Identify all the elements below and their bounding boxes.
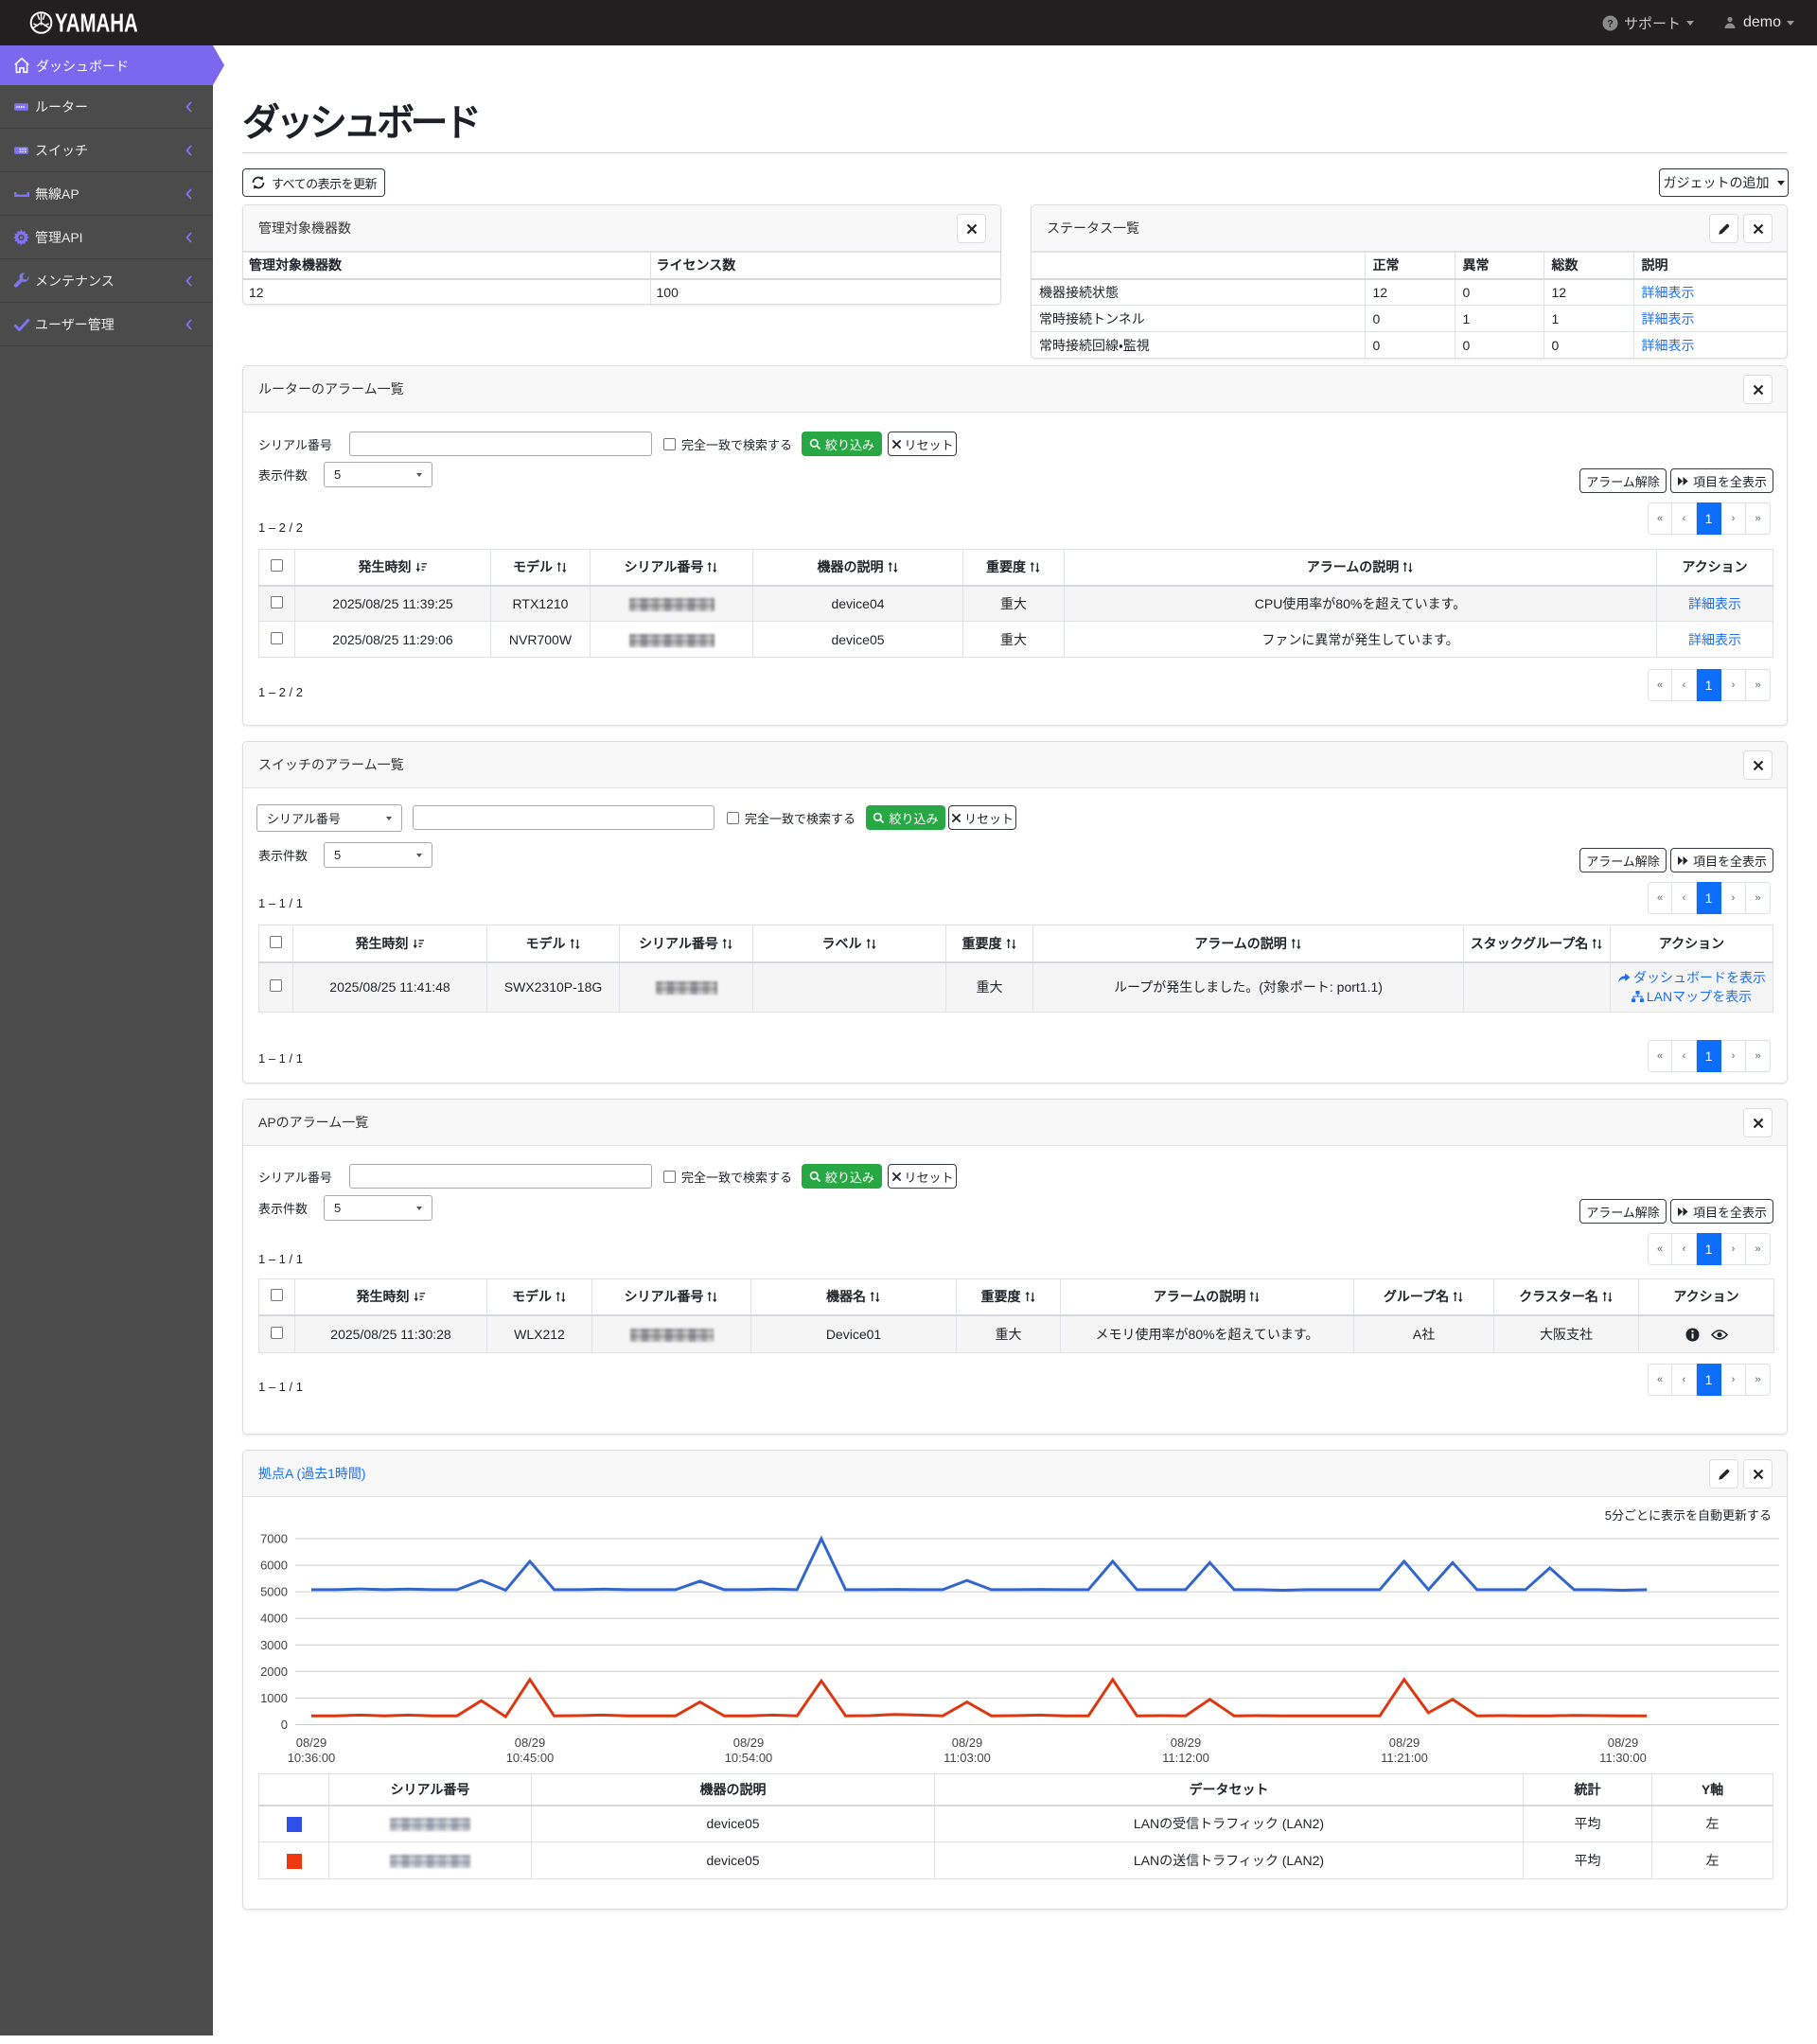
svg-text:11:30:00: 11:30:00 [1599,1751,1647,1765]
svg-text:3000: 3000 [260,1638,288,1652]
svg-text:11:12:00: 11:12:00 [1162,1751,1209,1765]
svg-text:11:03:00: 11:03:00 [944,1751,991,1765]
svg-text:1000: 1000 [260,1691,288,1705]
svg-text:2000: 2000 [260,1665,288,1679]
svg-text:YAMAHA: YAMAHA [55,9,138,39]
svg-text:0: 0 [281,1718,288,1732]
svg-text:08/29: 08/29 [1389,1736,1420,1750]
svg-text:08/29: 08/29 [1608,1736,1639,1750]
svg-text:?: ? [1607,18,1614,29]
svg-text:08/29: 08/29 [515,1736,546,1750]
svg-text:5000: 5000 [260,1585,288,1599]
svg-text:10:45:00: 10:45:00 [506,1751,555,1765]
svg-text:7000: 7000 [260,1532,288,1546]
svg-text:08/29: 08/29 [1171,1736,1202,1750]
svg-text:4000: 4000 [260,1612,288,1626]
svg-text:10:36:00: 10:36:00 [288,1751,336,1765]
svg-text:08/29: 08/29 [296,1736,327,1750]
svg-text:6000: 6000 [260,1559,288,1573]
svg-text:08/29: 08/29 [952,1736,983,1750]
svg-text:10:54:00: 10:54:00 [725,1751,773,1765]
svg-text:11:21:00: 11:21:00 [1381,1751,1428,1765]
svg-text:08/29: 08/29 [733,1736,765,1750]
